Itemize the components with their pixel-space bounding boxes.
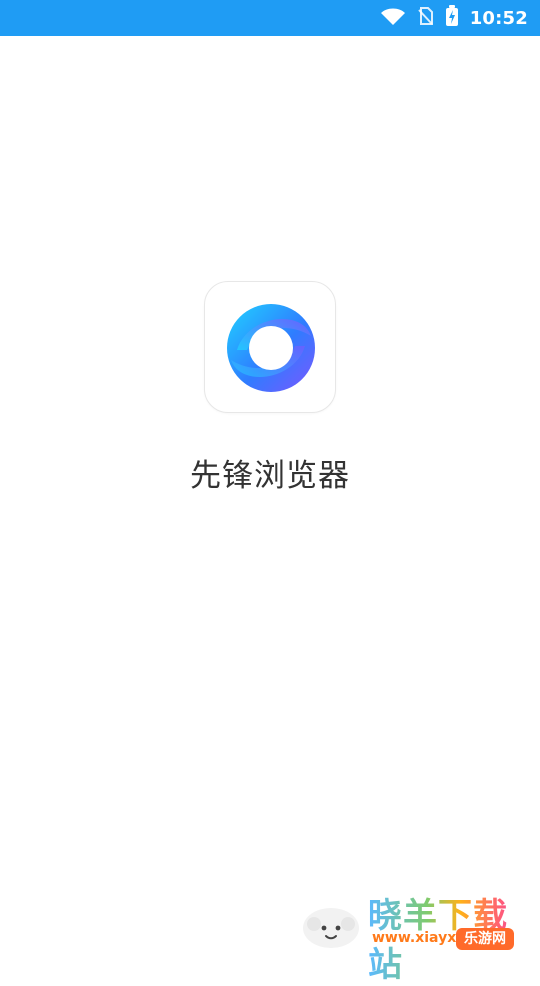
splash-screen: 先锋浏览器 [0,36,540,960]
sheep-icon [300,900,362,952]
status-time: 10:52 [469,7,528,29]
wifi-icon [380,7,406,29]
no-sim-icon [416,6,434,30]
app-icon-tile [204,281,336,413]
app-name: 先锋浏览器 [190,458,350,494]
status-bar: 10:52 [0,0,540,36]
watermark: 晓羊下载站 www.xiayx.com 乐游网 [300,892,536,985]
watermark-badge: 乐游网 [456,928,514,950]
battery-charging-icon [444,5,460,31]
pioneer-browser-logo-icon [219,296,323,400]
status-icons: 10:52 [380,0,528,36]
